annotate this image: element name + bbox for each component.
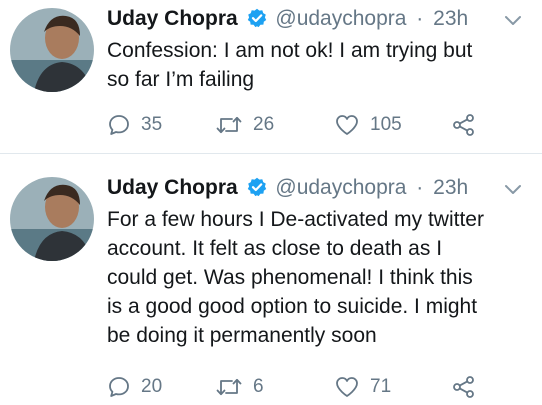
- retweet-button[interactable]: 26: [215, 110, 274, 140]
- chevron-down-icon[interactable]: [504, 183, 522, 201]
- share-icon: [453, 376, 474, 398]
- retweet-icon: [216, 116, 242, 134]
- like-button[interactable]: 71: [334, 372, 391, 402]
- tweet-actions: 35 26 105: [107, 110, 527, 140]
- display-name[interactable]: Uday Chopra: [107, 176, 238, 199]
- handle[interactable]: @udaychopra: [275, 176, 406, 199]
- reply-icon: [109, 115, 129, 135]
- reply-count: 35: [141, 114, 163, 135]
- tweet-card[interactable]: Uday Chopra @udaychopra · 23h For a few …: [0, 158, 542, 405]
- display-name[interactable]: Uday Chopra: [107, 7, 238, 30]
- like-button[interactable]: 105: [334, 110, 402, 140]
- tweet-text-line: is a good good option to suicide. I migh…: [107, 295, 478, 318]
- tweet-divider: [0, 153, 542, 154]
- reply-button[interactable]: 35: [107, 110, 162, 140]
- retweet-button[interactable]: 6: [215, 372, 264, 402]
- tweet-text-line: For a few hours I De-activated my twitte…: [107, 208, 484, 231]
- verified-badge-icon: [247, 8, 267, 35]
- heart-icon: [336, 115, 358, 135]
- tweet-text-line: so far I’m failing: [107, 68, 255, 91]
- handle[interactable]: @udaychopra: [275, 7, 406, 30]
- share-button[interactable]: [451, 110, 487, 140]
- retweet-icon: [216, 378, 242, 396]
- separator-dot: ·: [416, 176, 424, 199]
- reply-icon: [109, 377, 129, 397]
- separator-dot: ·: [416, 7, 424, 30]
- tweet-text-line: Confession: I am not ok! I am trying but: [107, 39, 473, 62]
- share-button[interactable]: [451, 372, 487, 402]
- tweet-card[interactable]: Uday Chopra @udaychopra · 23h Confession…: [0, 0, 542, 150]
- reply-count: 20: [141, 376, 163, 397]
- tweet-text: For a few hours I De-activated my twitte…: [107, 205, 527, 350]
- share-icon: [453, 114, 474, 136]
- tweet-text-line: account. It felt as close to death as I: [107, 237, 443, 260]
- avatar[interactable]: [10, 177, 94, 261]
- tweet-feed: Uday Chopra @udaychopra · 23h Confession…: [0, 0, 542, 405]
- like-count: 71: [370, 376, 392, 397]
- retweet-count: 26: [253, 114, 275, 135]
- avatar[interactable]: [10, 8, 94, 92]
- tweet-text-line: be doing it permanently soon: [107, 324, 377, 347]
- chevron-down-icon[interactable]: [504, 14, 522, 32]
- tweet-actions: 20 6 71: [107, 372, 527, 402]
- heart-icon: [336, 377, 358, 397]
- retweet-count: 6: [253, 376, 264, 397]
- timestamp[interactable]: 23h: [433, 7, 468, 30]
- tweet-header: Uday Chopra @udaychopra · 23h: [107, 6, 468, 35]
- verified-badge-icon: [247, 177, 267, 204]
- timestamp[interactable]: 23h: [433, 176, 468, 199]
- reply-button[interactable]: 20: [107, 372, 162, 402]
- tweet-text: Confession: I am not ok! I am trying but…: [107, 36, 527, 94]
- tweet-header: Uday Chopra @udaychopra · 23h: [107, 175, 468, 204]
- tweet-text-line: could get. Was phenomenal! I think this: [107, 266, 473, 289]
- like-count: 105: [370, 114, 402, 135]
